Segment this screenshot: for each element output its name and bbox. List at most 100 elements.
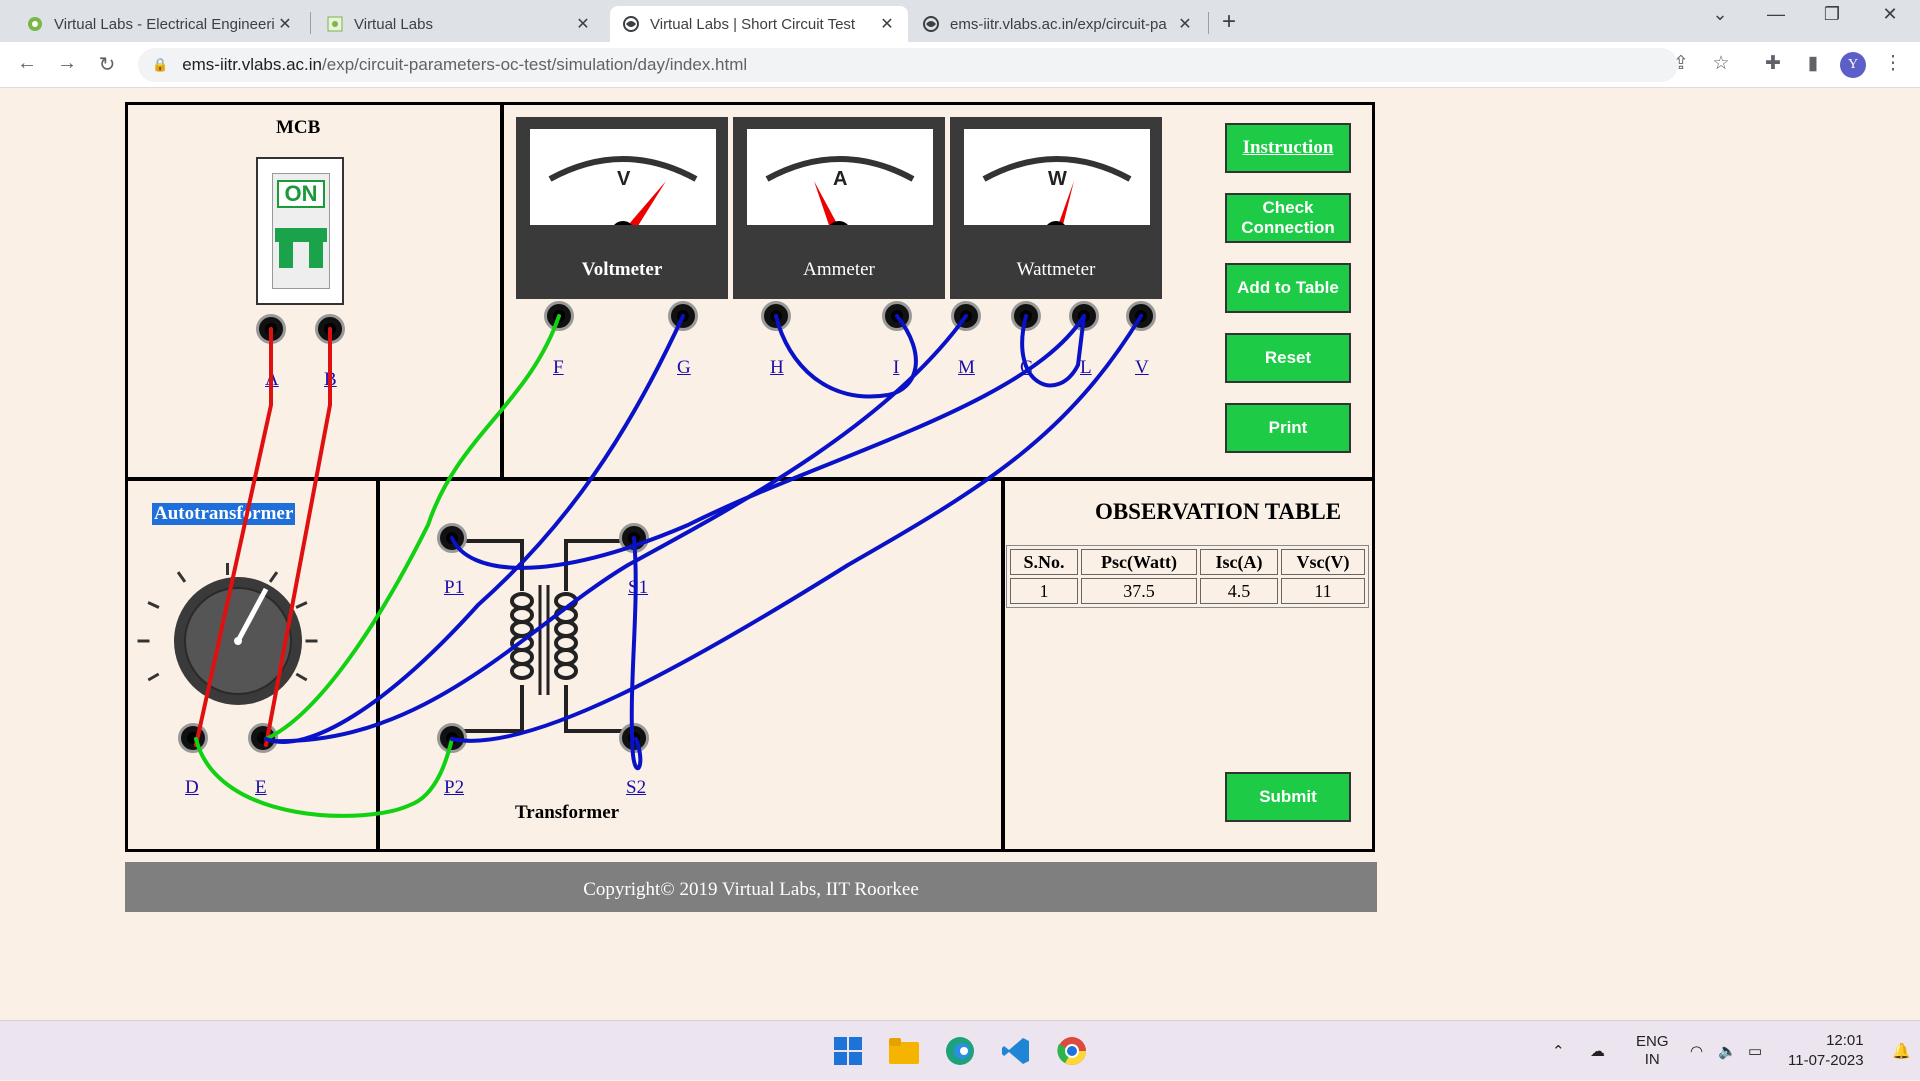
back-arrow-icon[interactable]: ← <box>14 52 40 75</box>
autotransformer-knob[interactable] <box>174 577 302 705</box>
wattmeter: W Wattmeter <box>950 117 1162 299</box>
voltmeter-dial: V <box>548 156 698 245</box>
terminal-l[interactable] <box>1069 301 1099 331</box>
reset-button[interactable]: Reset <box>1225 333 1351 383</box>
tab-circuit-parameters[interactable]: ems-iitr.vlabs.ac.in/exp/circuit-pa ✕ <box>910 6 1206 42</box>
mcb-lever <box>275 228 327 242</box>
terminal-label-c[interactable]: C <box>1020 357 1033 379</box>
terminal-label-l[interactable]: L <box>1080 357 1092 379</box>
table-header: Vsc(V) <box>1281 549 1365 575</box>
minimize-icon[interactable]: — <box>1756 4 1796 25</box>
check-connection-button[interactable]: Check Connection <box>1225 193 1351 243</box>
tab-title: Virtual Labs <box>354 15 433 33</box>
address-bar[interactable]: 🔒 ems-iitr.vlabs.ac.in/exp/circuit-param… <box>138 48 1678 82</box>
wattmeter-dial: W <box>982 156 1132 245</box>
clock[interactable]: 12:01 11-07-2023 <box>1788 1021 1864 1081</box>
tab-electrical-engineering[interactable]: Virtual Labs - Electrical Engineeri ✕ <box>14 6 306 42</box>
table-cell: 11 <box>1281 578 1365 604</box>
terminal-b[interactable] <box>315 314 345 344</box>
menu-kebab-icon[interactable]: ⋮ <box>1880 52 1906 75</box>
transformer-symbol <box>452 539 628 733</box>
close-window-icon[interactable]: ✕ <box>1870 4 1910 25</box>
terminal-a[interactable] <box>256 314 286 344</box>
mcb-title: MCB <box>276 117 321 138</box>
terminal-c[interactable] <box>1011 301 1041 331</box>
table-cell: 4.5 <box>1200 578 1278 604</box>
terminal-label-p2[interactable]: P2 <box>444 777 464 799</box>
language-indicator[interactable]: ENG IN <box>1636 1021 1669 1081</box>
meter-symbol: W <box>1048 168 1067 190</box>
windows-start-icon[interactable] <box>830 1033 866 1069</box>
tab-search-chevron-icon[interactable]: ⌄ <box>1700 4 1740 25</box>
meter-symbol: V <box>617 168 631 190</box>
profile-avatar[interactable]: Y <box>1840 52 1866 78</box>
notification-bell-icon[interactable]: 🔔 <box>1892 1021 1911 1081</box>
forward-arrow-icon[interactable]: → <box>54 52 80 75</box>
new-tab-button[interactable]: + <box>1222 8 1236 36</box>
terminal-s1[interactable] <box>619 523 649 553</box>
edge-browser-icon[interactable] <box>942 1033 978 1069</box>
terminal-h[interactable] <box>761 301 791 331</box>
terminal-label-e[interactable]: E <box>255 777 267 799</box>
extensions-puzzle-icon[interactable]: ✚ <box>1760 52 1786 75</box>
battery-icon[interactable]: ▭ <box>1748 1021 1762 1081</box>
terminal-label-d[interactable]: D <box>185 777 199 799</box>
clock-date: 11-07-2023 <box>1788 1052 1864 1069</box>
terminal-m[interactable] <box>951 301 981 331</box>
terminal-s2[interactable] <box>619 723 649 753</box>
ammeter-dial: A <box>765 156 915 245</box>
virtual-labs-logo-icon <box>26 15 44 33</box>
virtual-labs-logo-icon <box>326 15 344 33</box>
terminal-label-f[interactable]: F <box>553 357 564 379</box>
terminal-label-p1[interactable]: P1 <box>444 577 464 599</box>
simulator-board: MCB ON V Voltmeter A Ammeter W Wattmeter… <box>125 102 1375 852</box>
side-panel-icon[interactable]: ▮ <box>1800 52 1826 75</box>
terminal-v[interactable] <box>1126 301 1156 331</box>
tab-close-icon[interactable]: ✕ <box>878 14 896 34</box>
reload-icon[interactable]: ↻ <box>94 52 120 77</box>
terminal-label-a[interactable]: A <box>265 369 279 391</box>
tab-short-circuit-test[interactable]: Virtual Labs | Short Circuit Test ✕ <box>610 6 908 42</box>
terminal-d[interactable] <box>178 723 208 753</box>
tab-virtual-labs[interactable]: Virtual Labs ✕ <box>314 6 604 42</box>
terminal-label-s2[interactable]: S2 <box>626 777 646 799</box>
terminal-label-i[interactable]: I <box>893 357 899 379</box>
terminal-label-h[interactable]: H <box>770 357 784 379</box>
terminal-g[interactable] <box>668 301 698 331</box>
terminal-e[interactable] <box>248 723 278 753</box>
terminal-p1[interactable] <box>437 523 467 553</box>
table-header: S.No. <box>1010 549 1078 575</box>
browser-tab-strip: Virtual Labs - Electrical Engineeri ✕ Vi… <box>0 0 1920 42</box>
wifi-icon[interactable]: ◠ <box>1690 1021 1703 1081</box>
terminal-i[interactable] <box>882 301 912 331</box>
instruction-button[interactable]: Instruction <box>1225 123 1351 173</box>
terminal-f[interactable] <box>544 301 574 331</box>
tab-close-icon[interactable]: ✕ <box>574 14 592 34</box>
terminal-label-g[interactable]: G <box>677 357 691 379</box>
tray-chevron-icon[interactable]: ⌃ <box>1552 1021 1565 1081</box>
add-to-table-button[interactable]: Add to Table <box>1225 263 1351 313</box>
terminal-label-s1[interactable]: S1 <box>628 577 648 599</box>
chrome-icon[interactable] <box>1054 1033 1090 1069</box>
vscode-icon[interactable] <box>998 1033 1034 1069</box>
table-header: Isc(A) <box>1200 549 1278 575</box>
restore-icon[interactable]: ❐ <box>1812 4 1852 25</box>
terminal-p2[interactable] <box>437 723 467 753</box>
mcb-switch[interactable]: ON <box>256 157 344 305</box>
submit-button[interactable]: Submit <box>1225 772 1351 822</box>
wire-l-p1 <box>450 314 1086 570</box>
print-button[interactable]: Print <box>1225 403 1351 453</box>
volume-icon[interactable]: 🔈 <box>1718 1021 1737 1081</box>
share-icon[interactable]: ⇪ <box>1668 52 1694 75</box>
onedrive-cloud-icon[interactable]: ☁ <box>1590 1021 1605 1081</box>
bookmark-star-icon[interactable]: ☆ <box>1708 52 1734 75</box>
terminal-label-v[interactable]: V <box>1135 357 1149 379</box>
tab-close-icon[interactable]: ✕ <box>1176 14 1194 34</box>
terminal-label-m[interactable]: M <box>958 357 975 379</box>
tab-close-icon[interactable]: ✕ <box>276 14 294 34</box>
terminal-label-b[interactable]: B <box>324 369 337 391</box>
file-explorer-icon[interactable] <box>886 1033 922 1069</box>
wire-d-p2 <box>194 737 454 818</box>
lock-icon[interactable]: 🔒 <box>152 57 168 73</box>
url-host: ems-iitr.vlabs.ac.in <box>182 55 323 74</box>
